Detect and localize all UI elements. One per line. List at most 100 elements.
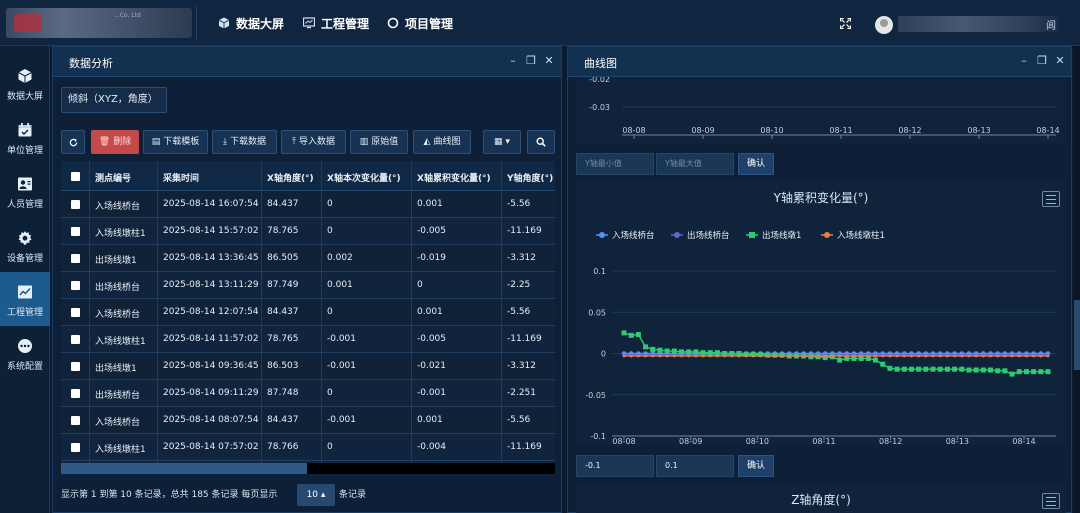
table-cell: -0.021 bbox=[417, 361, 447, 371]
import-data-button[interactable]: ⤒ 导入数据 bbox=[281, 130, 346, 154]
username-masked[interactable] bbox=[898, 16, 1058, 32]
data-point bbox=[1038, 369, 1044, 375]
data-point bbox=[686, 349, 692, 355]
scroll-thumb[interactable] bbox=[61, 463, 307, 474]
data-point bbox=[730, 354, 734, 358]
page-size-select[interactable]: 10 ▴ bbox=[297, 484, 335, 506]
header-x-angle[interactable]: X轴角度(°) bbox=[267, 171, 314, 184]
minimize-icon[interactable]: – bbox=[1018, 55, 1030, 67]
table-row[interactable]: 入场线墩柱1 2025-08-14 07:57:02 78.766 0 -0.004 -1… bbox=[61, 434, 555, 461]
sidebar-item-staff[interactable]: 人员管理 bbox=[0, 164, 50, 218]
curve-panel: 曲线图 – ❐ ✕ -0.02 -0.03 08-08 08-09 08-10 08-11… bbox=[567, 46, 1072, 513]
row-checkbox[interactable] bbox=[71, 335, 80, 344]
row-checkbox[interactable] bbox=[71, 362, 80, 371]
confirm-button[interactable]: 确认 bbox=[738, 455, 774, 477]
data-point bbox=[852, 354, 856, 358]
minimize-icon[interactable]: – bbox=[507, 55, 519, 67]
table-row[interactable]: 出场线桥台 2025-08-14 13:11:29 87.749 0.001 0 -2.2… bbox=[61, 272, 555, 299]
row-checkbox[interactable] bbox=[71, 227, 80, 236]
download-data-button[interactable]: ⤓ 下载数据 bbox=[212, 130, 277, 154]
search-icon bbox=[536, 137, 546, 147]
sidebar-item-devices[interactable]: 设备管理 bbox=[0, 218, 50, 272]
table-row[interactable]: 入场线墩柱1 2025-08-14 11:57:02 78.765 -0.001 -0.… bbox=[61, 326, 555, 353]
table-row[interactable]: 出场线桥台 2025-08-14 09:11:29 87.748 0 -0.001 -2.… bbox=[61, 380, 555, 407]
table-cell: 出场线墩1 bbox=[95, 256, 137, 266]
refresh-button[interactable] bbox=[61, 130, 85, 154]
chart-menu-button[interactable] bbox=[1042, 191, 1060, 207]
table-row[interactable]: 入场线桥台 2025-08-14 12:07:54 84.437 0 0.001 -5.5… bbox=[61, 299, 555, 326]
fullscreen-icon[interactable] bbox=[840, 18, 851, 29]
data-point bbox=[680, 354, 683, 358]
data-point bbox=[723, 354, 727, 358]
row-checkbox[interactable] bbox=[71, 281, 80, 290]
data-point bbox=[650, 346, 656, 352]
y-min-input[interactable]: Y轴最小值 bbox=[576, 153, 654, 175]
data-point bbox=[837, 357, 843, 363]
table-cell: -11.169 bbox=[507, 226, 542, 236]
data-point bbox=[894, 366, 900, 372]
nav-item-dashboard[interactable]: 数据大屏 bbox=[218, 0, 284, 46]
header-point-id[interactable]: 测点编号 bbox=[95, 171, 131, 184]
avatar[interactable] bbox=[875, 16, 893, 34]
download-template-button[interactable]: ▤ 下载模板 bbox=[143, 130, 208, 154]
row-checkbox[interactable] bbox=[71, 254, 80, 263]
y-max-input[interactable]: Y轴最大值 bbox=[656, 153, 734, 175]
raw-values-button[interactable]: ▥ 原始值 bbox=[350, 130, 408, 154]
chart-menu-button[interactable] bbox=[1042, 493, 1060, 509]
table-cell: 入场线墩柱1 bbox=[95, 337, 146, 347]
table-row[interactable]: 入场线墩柱1 2025-08-14 15:57:02 78.765 0 -0.005 -1… bbox=[61, 218, 555, 245]
data-point bbox=[938, 354, 942, 358]
nav-item-engineering[interactable]: 工程管理 bbox=[303, 0, 369, 46]
sidebar-item-units[interactable]: 单位管理 bbox=[0, 110, 50, 164]
y-min-input[interactable]: -0.1 bbox=[576, 455, 654, 477]
search-button[interactable] bbox=[527, 130, 555, 154]
header-x-change[interactable]: X轴本次变化量(°) bbox=[327, 171, 401, 184]
table-cell: 入场线墩柱1 bbox=[95, 229, 146, 239]
table-cell: 2025-08-14 09:11:29 bbox=[163, 388, 259, 398]
cube-icon bbox=[18, 69, 32, 83]
nav-item-projects[interactable]: 项目管理 bbox=[387, 0, 453, 46]
page-scrollbar[interactable] bbox=[1074, 46, 1080, 513]
type-selector[interactable]: 倾斜（XYZ，角度） bbox=[61, 87, 167, 113]
row-checkbox[interactable] bbox=[71, 389, 80, 398]
close-icon[interactable]: ✕ bbox=[543, 55, 555, 67]
row-checkbox[interactable] bbox=[71, 416, 80, 425]
row-checkbox[interactable] bbox=[71, 308, 80, 317]
y-tick-label: 0 bbox=[601, 350, 606, 359]
horizontal-scrollbar[interactable] bbox=[61, 463, 555, 474]
y-max-input[interactable]: 0.1 bbox=[656, 455, 734, 477]
data-point bbox=[873, 357, 879, 363]
page-scroll-thumb[interactable] bbox=[1074, 300, 1080, 370]
data-point bbox=[707, 350, 713, 356]
table-row[interactable]: 出场线墩1 2025-08-14 13:36:45 86.505 0.002 -0.01… bbox=[61, 245, 555, 272]
table-row[interactable]: 入场线桥台 2025-08-14 16:07:54 84.437 0 0.001 -5.5… bbox=[61, 191, 555, 218]
table-row[interactable]: 出场线墩1 2025-08-14 09:36:45 86.503 -0.001 -0.0… bbox=[61, 353, 555, 380]
row-checkbox[interactable] bbox=[71, 200, 80, 209]
header-time[interactable]: 采集时间 bbox=[163, 171, 199, 184]
header-y-angle[interactable]: Y轴角度(°) bbox=[507, 171, 553, 184]
table-cell: 入场线桥台 bbox=[95, 418, 141, 428]
sidebar-item-dashboard[interactable]: 数据大屏 bbox=[0, 56, 50, 110]
curve-button[interactable]: ◭ 曲线图 bbox=[413, 130, 471, 154]
table-row[interactable]: 入场线桥台 2025-08-14 08:07:54 84.437 -0.001 0.00… bbox=[61, 407, 555, 434]
sidebar-item-engineering[interactable]: 工程管理 bbox=[0, 272, 50, 326]
table-cell: 入场线桥台 bbox=[95, 310, 141, 320]
table-cell: -3.312 bbox=[507, 361, 537, 371]
confirm-button[interactable]: 确认 bbox=[738, 153, 774, 175]
columns-button[interactable]: ▦ ▾ bbox=[483, 130, 521, 154]
z-angle-chart: Z轴角度(°) bbox=[576, 483, 1066, 513]
table-cell: -3.312 bbox=[507, 253, 537, 263]
sidebar-item-settings[interactable]: 系统配置 bbox=[0, 326, 50, 380]
data-point bbox=[1025, 354, 1028, 358]
select-all-checkbox[interactable] bbox=[71, 172, 80, 181]
restore-icon[interactable]: ❐ bbox=[525, 55, 537, 67]
table-cell: -2.251 bbox=[507, 388, 537, 398]
row-checkbox[interactable] bbox=[71, 443, 80, 452]
restore-icon[interactable]: ❐ bbox=[1036, 55, 1048, 67]
download-template-label: 下载模板 bbox=[163, 137, 200, 147]
close-icon[interactable]: ✕ bbox=[1054, 55, 1066, 67]
delete-button[interactable]: 🗑 删除 bbox=[91, 130, 139, 154]
header-x-cumulative[interactable]: X轴累积变化量(°) bbox=[417, 171, 491, 184]
logo: ...Co. Ltd bbox=[6, 8, 192, 38]
table-cell: 入场线墩柱1 bbox=[95, 445, 146, 455]
